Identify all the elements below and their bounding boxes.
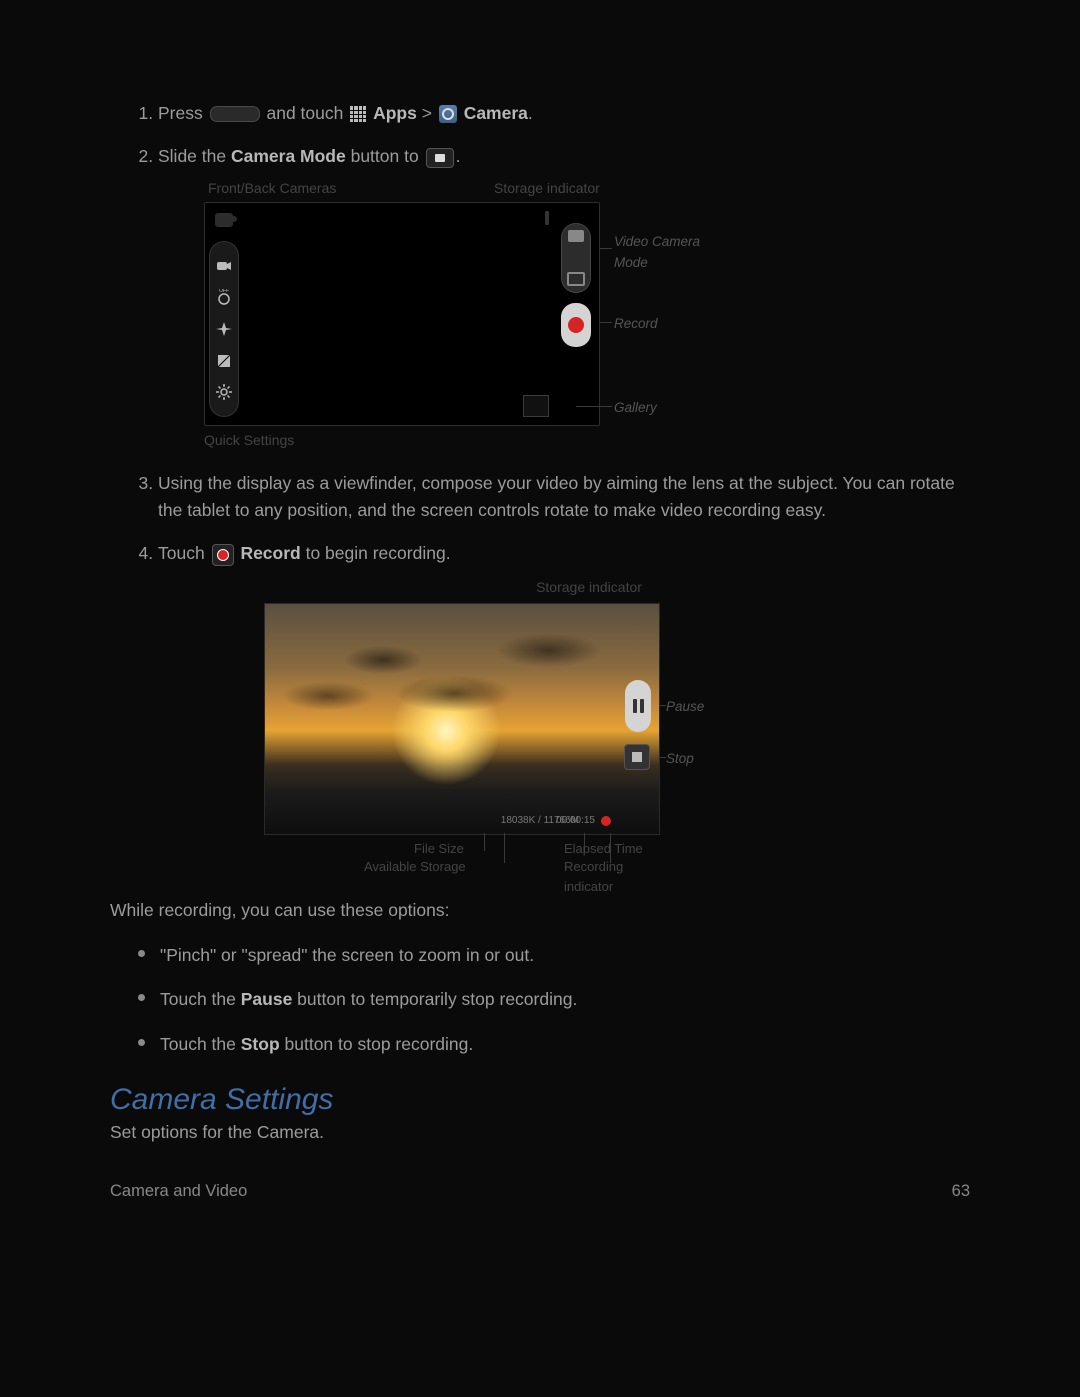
pause-button[interactable]: [625, 680, 651, 732]
apps-icon: [350, 106, 366, 122]
label-gallery: Gallery: [614, 398, 657, 419]
label-front-back: Front/Back Cameras: [208, 178, 336, 200]
step-2: Slide the Camera Mode button to . Front/…: [158, 143, 970, 452]
label-video-mode: Video Camera Mode: [614, 232, 734, 274]
camera-mode-slider[interactable]: [561, 223, 591, 293]
text: button to: [346, 146, 424, 166]
exposure-icon: [215, 352, 233, 370]
text: to begin recording.: [301, 543, 451, 563]
text: Press: [158, 103, 203, 123]
text: button to stop recording.: [280, 1034, 474, 1054]
video-mode-icon: [568, 230, 584, 242]
camera-app-icon: [439, 105, 457, 123]
text: .: [456, 146, 461, 166]
option-pinch: "Pinch" or "spread" the screen to zoom i…: [160, 942, 970, 968]
label-available-storage: Available Storage: [364, 857, 466, 877]
footer-left: Camera and Video: [110, 1182, 247, 1201]
step-1: Press and touch Apps > Camera.: [158, 100, 970, 127]
video-mode-icon: [426, 148, 454, 168]
gallery-thumbnail[interactable]: [523, 395, 549, 417]
text: Touch the: [160, 989, 241, 1009]
step-3: Using the display as a viewfinder, compo…: [158, 470, 970, 524]
text: .: [528, 103, 533, 123]
footer-page-number: 63: [952, 1182, 970, 1201]
label-quick-settings: Quick Settings: [204, 426, 804, 452]
figure-2-bottom-labels: File Size Available Storage Elapsed Time…: [264, 835, 658, 879]
timer-off-icon: OFF: [215, 289, 233, 307]
label-pause: Pause: [666, 697, 704, 718]
while-recording-text: While recording, you can use these optio…: [110, 897, 970, 924]
label-storage: Storage indicator: [494, 178, 600, 200]
step-4: Touch Record to begin recording. Storage…: [158, 540, 970, 879]
camera-label: Camera: [464, 103, 528, 123]
quick-settings[interactable]: OFF: [209, 241, 239, 417]
photo-mode-icon: [567, 272, 585, 286]
text: Touch the: [160, 1034, 241, 1054]
section-intro: Set options for the Camera.: [110, 1119, 970, 1146]
options-list: "Pinch" or "spread" the screen to zoom i…: [110, 942, 970, 1057]
page: Press and touch Apps > Camera. Slide the…: [0, 0, 1080, 1241]
stop-label: Stop: [241, 1034, 280, 1054]
steps-list: Press and touch Apps > Camera. Slide the…: [110, 100, 970, 879]
text: button to temporarily stop recording.: [292, 989, 577, 1009]
elapsed-time-value: 00:00:15: [556, 813, 595, 829]
camcorder-icon: [215, 257, 233, 275]
camera-switch-icon[interactable]: [215, 213, 233, 227]
svg-text:OFF: OFF: [219, 289, 229, 294]
apps-label: Apps: [373, 103, 417, 123]
option-pause: Touch the Pause button to temporarily st…: [160, 986, 970, 1012]
option-stop: Touch the Stop button to stop recording.: [160, 1031, 970, 1057]
recording-preview: 18038K / 11766M 00:00:15: [264, 603, 660, 835]
camera-mode-label: Camera Mode: [231, 146, 346, 166]
text: Touch: [158, 543, 210, 563]
text: Slide the: [158, 146, 231, 166]
effects-icon: [215, 320, 233, 338]
pause-label: Pause: [241, 989, 293, 1009]
clouds-overlay: [265, 624, 659, 744]
section-heading: Camera Settings: [110, 1083, 970, 1117]
label-record: Record: [614, 314, 658, 335]
record-button[interactable]: [561, 303, 591, 347]
home-icon: [210, 106, 260, 122]
camera-preview: OFF: [204, 202, 600, 426]
storage-indicator-icon: [545, 211, 549, 225]
label-stop: Stop: [666, 749, 694, 770]
text: >: [417, 103, 437, 123]
record-label: Record: [240, 543, 300, 563]
settings-gear-icon: [215, 383, 233, 401]
stop-button[interactable]: [624, 744, 650, 770]
figure-2: Storage indicator 18038K / 11766M 00:00:…: [204, 577, 844, 879]
recording-indicator-icon: [601, 816, 611, 826]
page-footer: Camera and Video 63: [110, 1182, 970, 1201]
text: and touch: [266, 103, 343, 123]
figure-1: Front/Back Cameras Storage indicator OFF: [204, 178, 804, 452]
label-recording-indicator: Recording indicator: [564, 857, 658, 897]
record-icon: [212, 544, 234, 566]
label-storage-2: Storage indicator: [334, 577, 844, 599]
